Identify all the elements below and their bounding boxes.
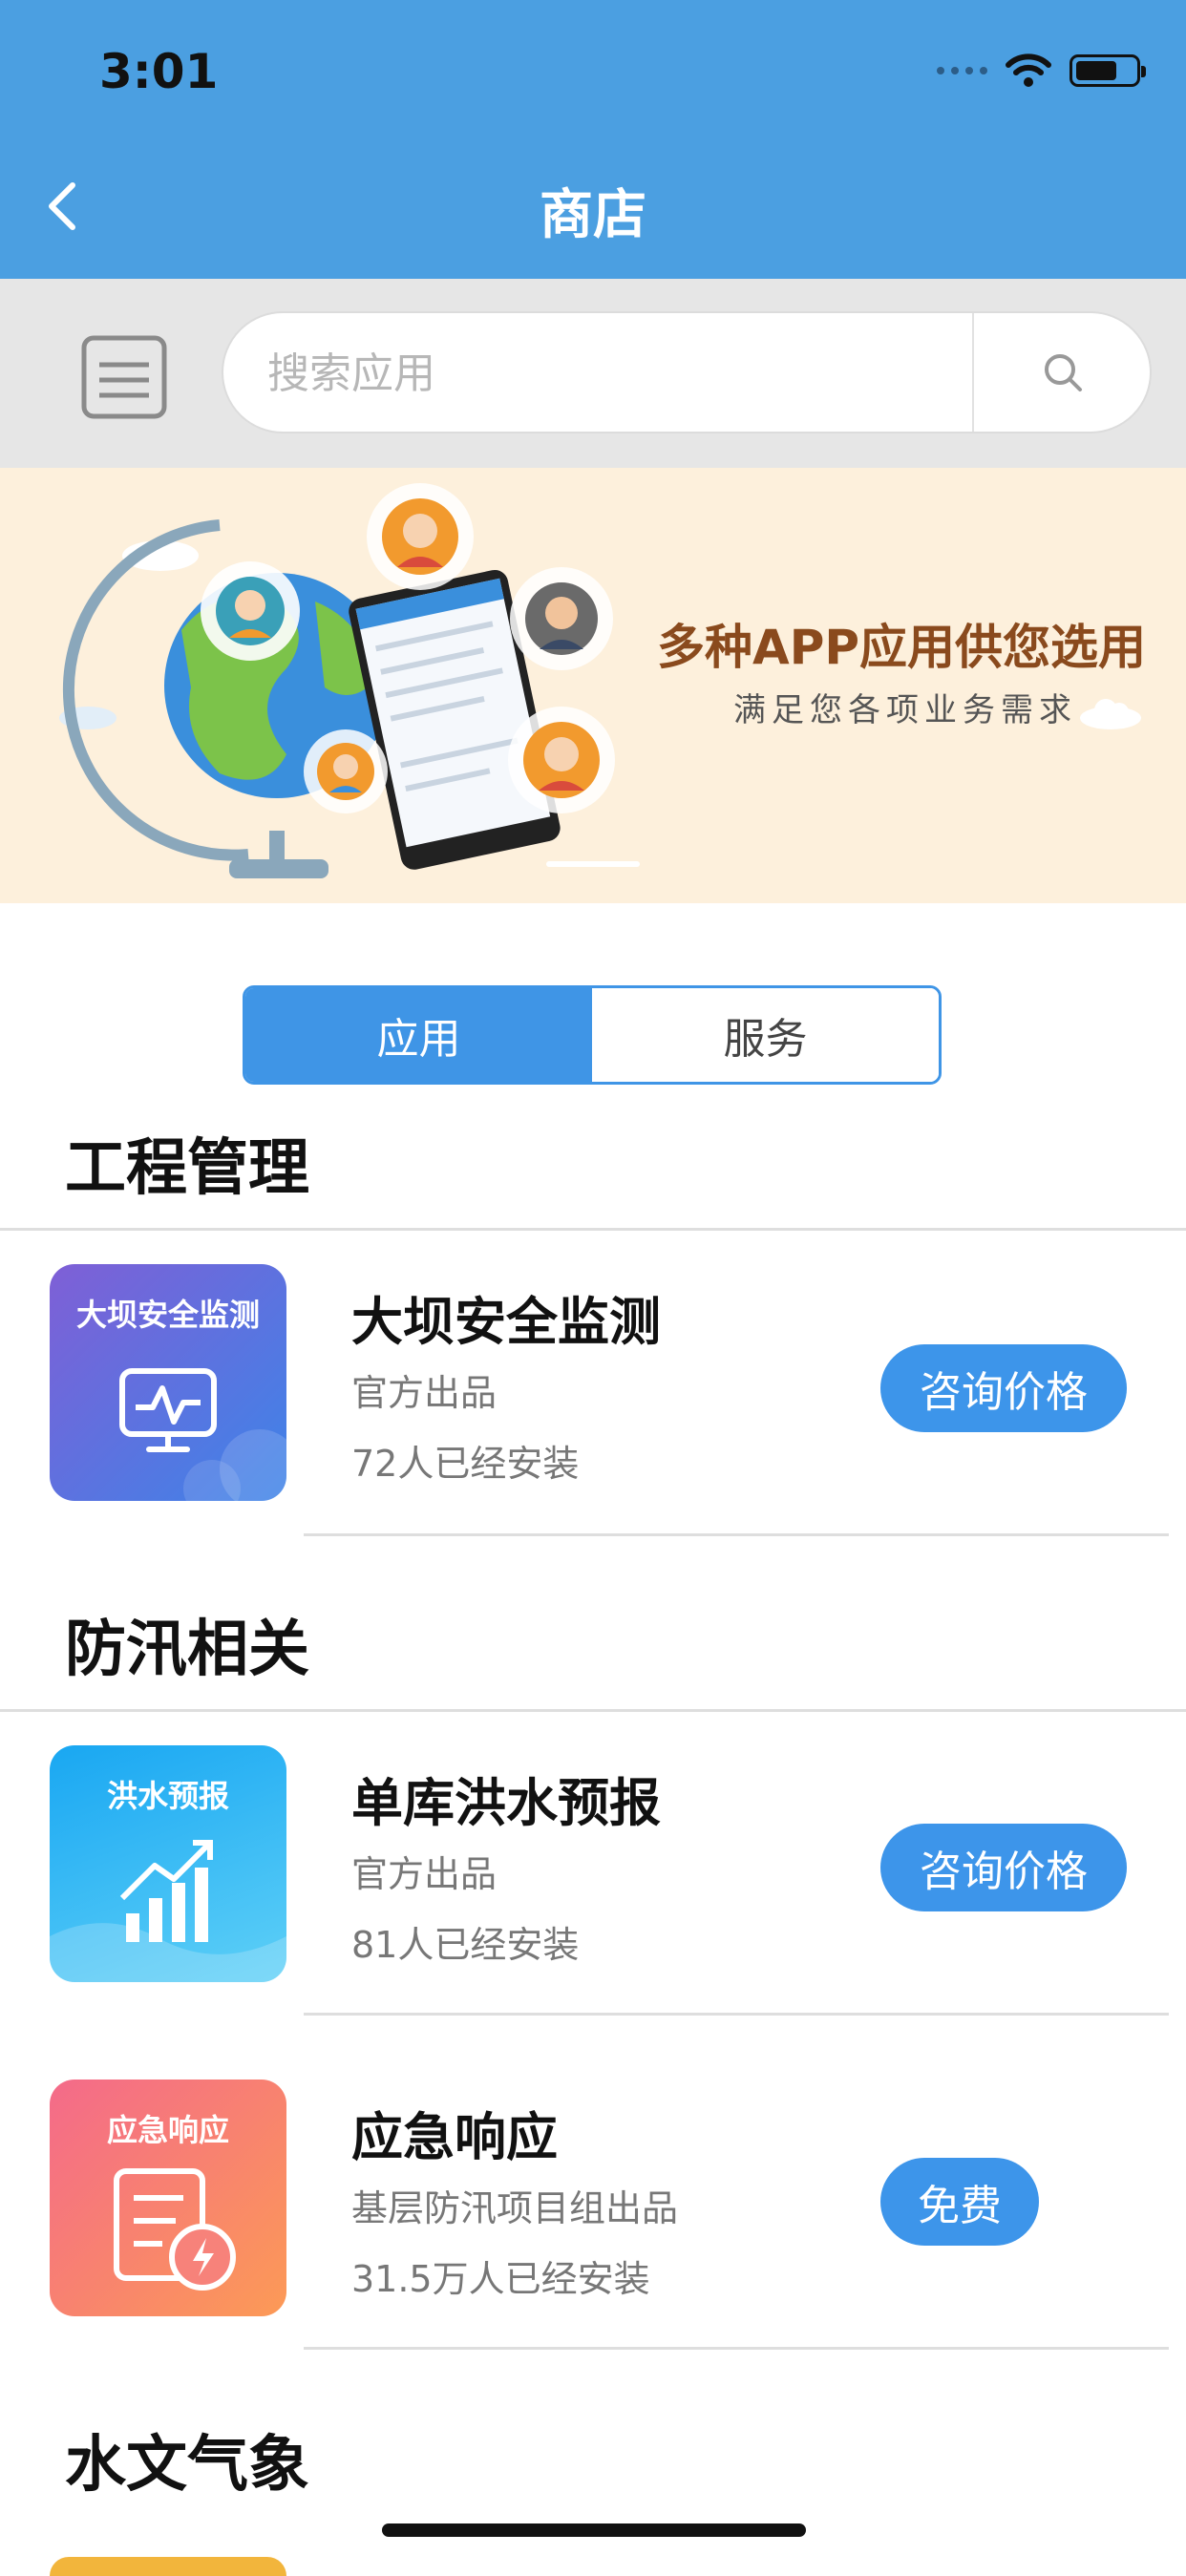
status-time: 3:01 (99, 44, 219, 99)
app-name: 应急响应 (351, 2107, 558, 2167)
list-menu-icon[interactable] (80, 332, 168, 420)
section-title-flood: 防汛相关 (65, 1615, 309, 1685)
rising-chart-icon (50, 1840, 286, 1982)
cloud-icon (1080, 699, 1141, 729)
search-icon (1045, 354, 1082, 391)
carousel-indicator (546, 861, 640, 867)
inquire-price-button[interactable]: 咨询价格 (880, 1824, 1127, 1911)
dam-monitoring-app-icon: 大坝安全监测 (50, 1264, 286, 1501)
banner-subtitle: 满足您各项业务需求 (733, 691, 1077, 729)
globe-illustration (59, 483, 615, 878)
tab-apps[interactable]: 应用 (245, 988, 592, 1082)
item-divider (304, 2347, 1169, 2350)
nav-bar: 3:01 商店 (0, 0, 1186, 279)
search-box (222, 311, 1152, 433)
inquire-price-button[interactable]: 咨询价格 (880, 1344, 1127, 1432)
tab-services[interactable]: 服务 (592, 988, 939, 1082)
app-name: 大坝安全监测 (351, 1292, 661, 1352)
page-title: 商店 (540, 184, 646, 246)
wifi-icon (1006, 53, 1051, 87)
search-input[interactable] (265, 334, 976, 412)
section-title-engineering: 工程管理 (65, 1133, 309, 1204)
item-divider (304, 2013, 1169, 2016)
emergency-response-app-icon: 应急响应 (50, 2080, 286, 2316)
app-name: 单库洪水预报 (351, 1773, 661, 1833)
status-icons (937, 52, 1146, 90)
free-button[interactable]: 免费 (880, 2158, 1039, 2246)
section-divider (0, 1228, 1186, 1231)
section-title-hydrometeorology: 水文气象 (65, 2430, 309, 2501)
signal-icon (937, 67, 987, 74)
home-indicator[interactable] (382, 2523, 806, 2537)
app-publisher: 基层防汛项目组出品 (351, 2187, 679, 2229)
category-segment: 应用 服务 (243, 985, 942, 1085)
section-divider (0, 1709, 1186, 1712)
battery-icon (1070, 54, 1146, 87)
flood-forecast-app-icon: 洪水预报 (50, 1745, 286, 1982)
app-install-count: 81人已经安装 (351, 1924, 580, 1966)
monitor-chart-icon (119, 1368, 286, 1501)
search-button[interactable] (974, 313, 1152, 432)
search-bar (0, 279, 1186, 468)
promo-banner[interactable]: 多种APP应用供您选用 满足您各项业务需求 (0, 468, 1186, 903)
battery-level (1076, 61, 1116, 80)
app-publisher: 官方出品 (351, 1372, 498, 1414)
app-install-count: 72人已经安装 (351, 1443, 580, 1485)
app-install-count: 31.5万人已经安装 (351, 2258, 650, 2300)
banner-title: 多种APP应用供您选用 (657, 620, 1146, 675)
document-lightning-icon (114, 2168, 236, 2291)
app-publisher: 官方出品 (351, 1853, 498, 1895)
item-divider (304, 1533, 1169, 1536)
partial-app-icon (50, 2557, 286, 2576)
